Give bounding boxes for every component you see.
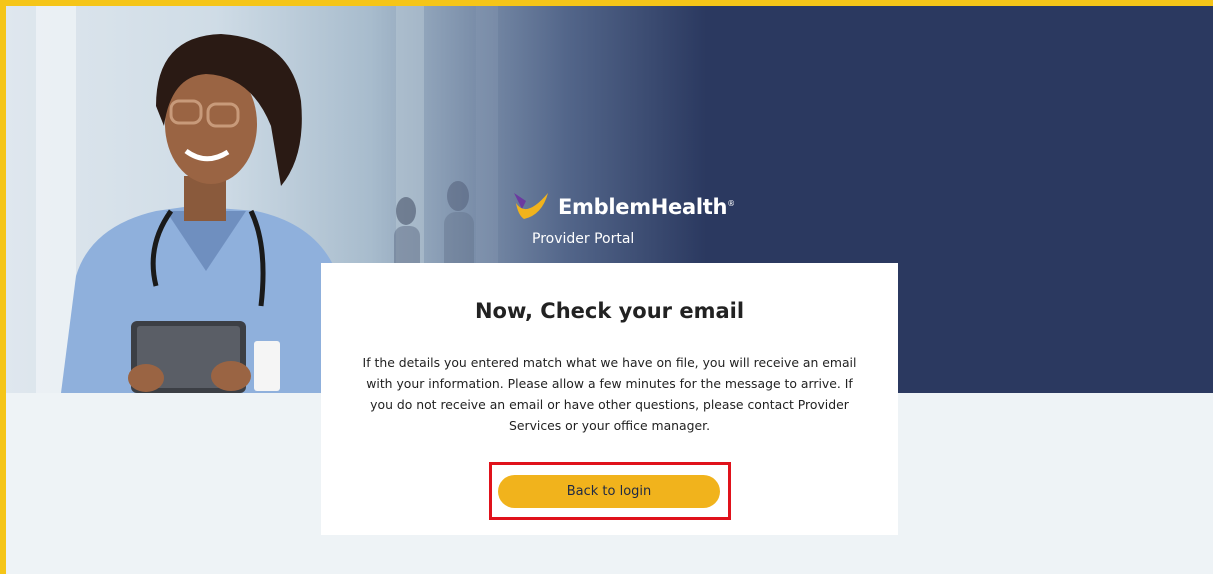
confirmation-card: Now, Check your email If the details you… bbox=[321, 263, 898, 535]
brand-logo: EmblemHealth® Provider Portal bbox=[512, 189, 752, 249]
back-to-login-button[interactable]: Back to login bbox=[498, 475, 720, 508]
brand-subtitle: Provider Portal bbox=[532, 231, 635, 247]
card-title: Now, Check your email bbox=[474, 299, 745, 323]
card-message: If the details you entered match what we… bbox=[362, 355, 857, 433]
brand-registered-mark: ® bbox=[727, 199, 735, 208]
brand-name-text: EmblemHealth bbox=[558, 195, 728, 219]
emblem-swoosh-icon bbox=[514, 193, 548, 219]
brand-name: EmblemHealth® bbox=[558, 195, 735, 219]
